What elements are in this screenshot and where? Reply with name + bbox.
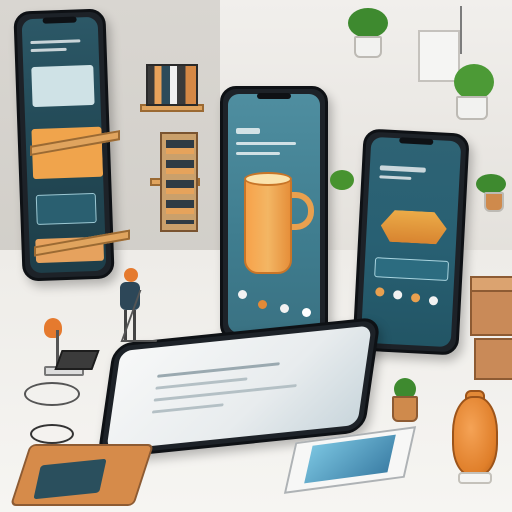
- screen-icon: [410, 293, 421, 303]
- cable: [24, 382, 80, 406]
- plant-leaves: [454, 64, 494, 100]
- screen-text-line: [236, 142, 296, 145]
- boat-illustration: [380, 201, 448, 244]
- screen-icon: [280, 304, 289, 313]
- vase: [452, 396, 498, 476]
- hanging-hook: [460, 6, 462, 54]
- desk-lamp-head: [44, 318, 62, 338]
- phone-notch: [42, 16, 77, 24]
- plant-pot: [354, 36, 382, 58]
- screen-text-line: [379, 165, 426, 173]
- cable: [30, 424, 74, 444]
- plant-leaves: [348, 8, 388, 38]
- phone-screen: [106, 325, 372, 451]
- screen-icon: [258, 300, 267, 309]
- screen-icon: [392, 290, 403, 300]
- screen-icon: [238, 290, 247, 299]
- phone-notch: [257, 93, 291, 99]
- screen-text-line: [151, 403, 224, 414]
- mug: [244, 178, 292, 274]
- cardboard-box: [474, 338, 512, 380]
- vase-stand: [458, 472, 492, 484]
- plant-leaves: [476, 174, 506, 194]
- plant-pot: [456, 96, 488, 120]
- screen-text-line: [30, 39, 81, 45]
- screen-card: [374, 257, 450, 281]
- screen-card: [31, 64, 95, 108]
- illustration-scene: [0, 0, 512, 512]
- plant-pot: [392, 396, 418, 422]
- screen-text-line: [157, 362, 280, 378]
- screen-icon: [302, 308, 311, 317]
- books-on-shelf: [146, 64, 198, 106]
- plant-leaves: [330, 170, 354, 190]
- notebook: [54, 350, 100, 370]
- plant-pot: [484, 192, 504, 212]
- screen-icon: [375, 287, 385, 297]
- screen-icon: [428, 296, 439, 306]
- screen-text-line: [236, 128, 260, 134]
- screen-text-line: [236, 152, 280, 155]
- figure-head: [124, 268, 138, 282]
- screen-text-line: [155, 377, 248, 390]
- screen-text-line: [30, 47, 67, 53]
- screen-card: [35, 192, 97, 225]
- screen-text-line: [379, 175, 412, 180]
- phone-screen: [360, 136, 462, 348]
- mug-foam: [244, 172, 292, 186]
- cardboard-box: [470, 290, 512, 336]
- wall-panel: [418, 30, 460, 82]
- rack-items: [166, 140, 194, 224]
